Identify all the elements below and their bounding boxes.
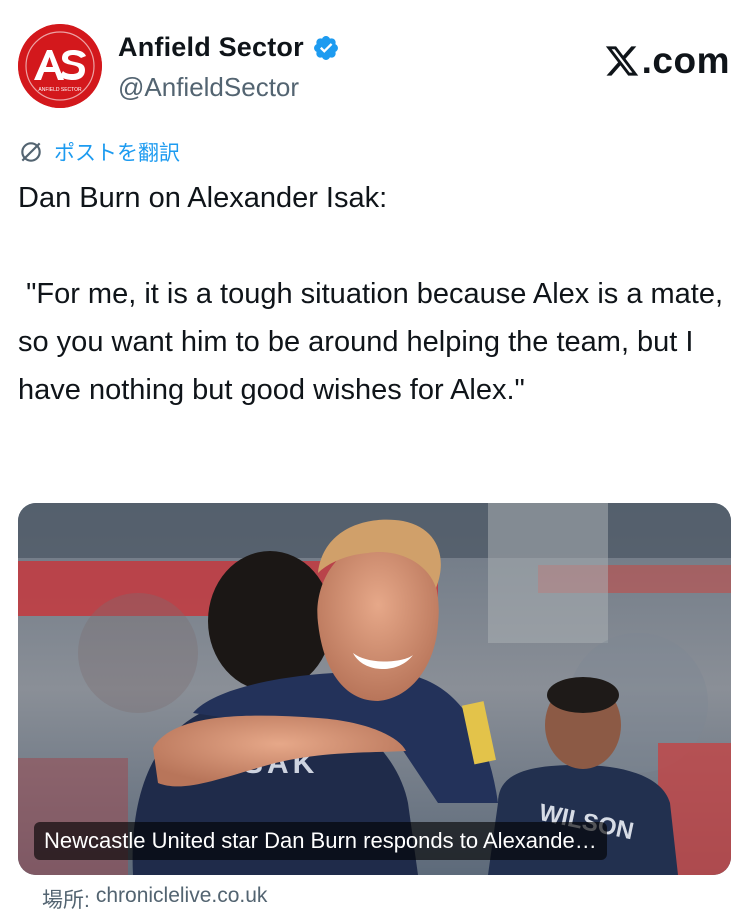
tweet-text: Dan Burn on Alexander Isak: "For me, it … <box>18 182 724 406</box>
author-handle[interactable]: @AnfieldSector <box>118 72 299 103</box>
link-source[interactable]: 場所: chroniclelive.co.uk <box>42 884 267 914</box>
media-caption: Newcastle United star Dan Burn responds … <box>34 822 607 860</box>
football-photo: WILSON SAK <box>18 503 731 875</box>
tweet-media[interactable]: WILSON SAK Newcastle United star Dan Bur… <box>18 503 731 875</box>
anfield-sector-logo-icon: ANFIELD SECTOR <box>18 24 102 108</box>
avatar[interactable]: ANFIELD SECTOR <box>18 24 102 108</box>
site-logo-text: .com <box>641 40 730 81</box>
site-logo: .com <box>604 40 730 82</box>
link-source-domain: chroniclelive.co.uk <box>95 884 268 907</box>
x-logo-icon <box>605 46 638 76</box>
link-source-prefix: 場所: <box>42 889 90 912</box>
translate-label: ポストを翻訳 <box>54 142 180 165</box>
verified-badge-icon <box>313 35 338 60</box>
translate-link[interactable]: ポストを翻訳 <box>18 137 180 167</box>
tweet-header: ANFIELD SECTOR Anfield Sector @AnfieldSe… <box>18 22 732 110</box>
svg-text:ANFIELD SECTOR: ANFIELD SECTOR <box>38 87 82 93</box>
translate-icon <box>21 142 41 162</box>
author-name[interactable]: Anfield Sector <box>118 32 304 63</box>
